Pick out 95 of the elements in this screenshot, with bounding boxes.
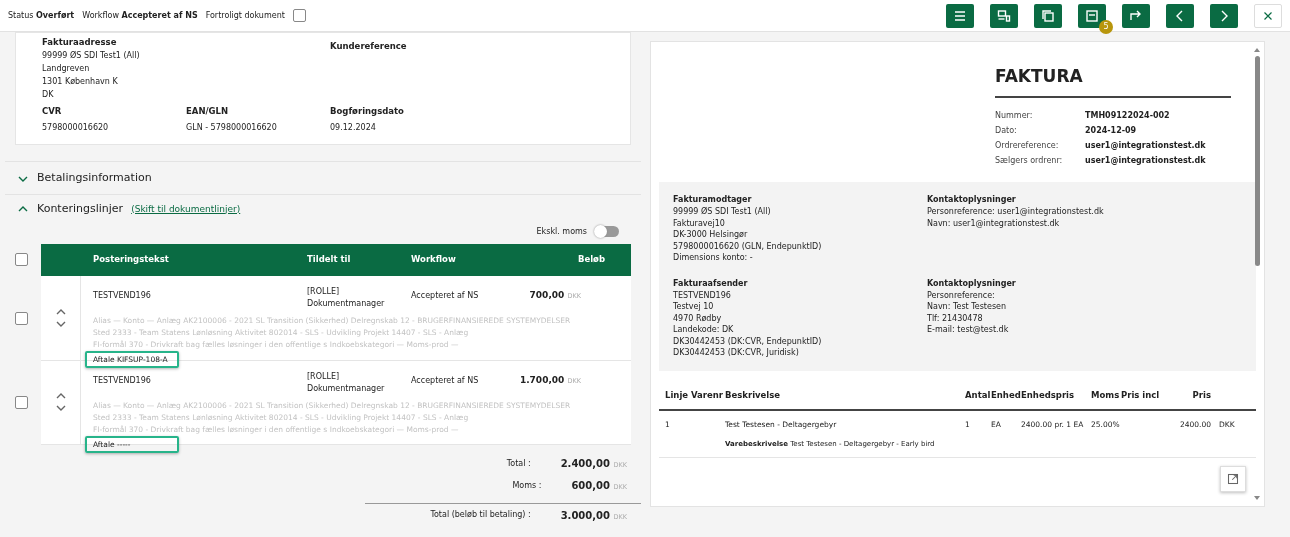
address-line: Landgreven [42, 62, 91, 75]
count-badge: 5 [1099, 19, 1113, 34]
table-cell-text: Accepteret af NS [411, 374, 480, 387]
column-header: Tildelt til [307, 253, 352, 266]
meta-label: Nummer: [995, 109, 1034, 122]
party-line: 4970 Rødby [673, 312, 723, 324]
chevron-down-icon [54, 404, 67, 412]
copy-button[interactable] [1034, 3, 1062, 28]
party-line: 5798000016620 (GLN, EndepunktID) [673, 240, 823, 252]
meta-label: Ordrereference: [995, 139, 1060, 152]
field-label: CVR [42, 104, 63, 118]
party-line: TESTVEND196 [673, 289, 732, 301]
table-cell-text: Accepteret af NS [411, 289, 480, 302]
address-line: 99999 ØS SDI Test1 (All) [42, 49, 141, 62]
chevron-right-button[interactable] [1210, 3, 1238, 28]
party-title: Kontaktoplysninger [927, 194, 1017, 206]
column-header: Beskrivelse [725, 388, 782, 402]
chevron-left-button[interactable] [1166, 3, 1194, 28]
column-header: Beløb [576, 253, 605, 266]
table-cell-text: TESTVEND196 [93, 289, 152, 302]
row-checkbox[interactable] [15, 311, 28, 325]
address-line: 1301 København K [42, 75, 119, 88]
party-line: E-mail: test@test.dk [927, 324, 1010, 336]
party-line: Personreference: user1@integrationstest.dk [927, 206, 1105, 218]
party-title: Kontaktoplysninger [927, 277, 1017, 290]
party-line: DK-3000 Helsingør [673, 229, 749, 241]
party-title: Fakturaafsender [673, 277, 749, 290]
column-header: Posteringstekst [93, 253, 170, 266]
field-value: GLN - 5798000016620 [186, 121, 278, 134]
open-external-icon [1227, 471, 1239, 487]
column-header: Pris [1191, 388, 1211, 402]
status-text: Status Overført [8, 9, 75, 22]
address-line: DK [42, 88, 55, 101]
switch-link[interactable]: (Skift til dokumentlinjer) [131, 202, 241, 216]
meta-value: user1@integrationstest.dk [1085, 139, 1206, 152]
meta-label: Dato: [995, 124, 1018, 137]
meta-value: TMH09122024-002 [1085, 109, 1170, 122]
scroll-up-icon [1253, 46, 1261, 53]
row-checkbox[interactable] [15, 396, 28, 409]
column-header: Moms [1091, 388, 1121, 402]
select-all-checkbox[interactable] [15, 253, 28, 266]
column-header: Antal [965, 388, 991, 402]
party-line: Personreference: [927, 289, 996, 301]
total-label: Moms : [512, 479, 542, 492]
document-button[interactable] [1078, 3, 1106, 28]
forward-button[interactable] [1122, 3, 1150, 28]
column-header: Workflow [411, 253, 457, 266]
document-icon [1084, 7, 1100, 24]
party-line: Fakturavej10 [673, 217, 726, 229]
column-header: Pris incl [1121, 388, 1161, 402]
total-label: Total : [506, 457, 531, 470]
chevron-up-icon [54, 392, 67, 400]
section-title[interactable]: Betalingsinformation [37, 169, 152, 186]
scroll-down-icon [1253, 495, 1261, 502]
document-title: FAKTURA [995, 64, 1231, 98]
chevron-up-icon [54, 307, 67, 316]
confidential-checkbox[interactable] [292, 9, 306, 22]
assignee-cell-text: [ROLLE] Dokumentmanager [307, 285, 386, 310]
party-line: Navn: Test Testesen [927, 301, 1008, 313]
party-line: Navn: user1@integrationstest.dk [927, 217, 1061, 229]
field-label: Fakturaadresse [42, 36, 118, 49]
party-line: Landekode: DK [673, 324, 735, 336]
column-header: Enhedspris [1021, 388, 1076, 402]
vat-switch[interactable] [595, 226, 619, 237]
party-title: Fakturamodtager [673, 194, 753, 206]
party-line: Dimensions konto: - [673, 252, 754, 264]
party-line: Tlf: 21430478 [927, 312, 984, 324]
copy-icon [1040, 7, 1056, 24]
field-label: EAN/GLN [186, 104, 230, 118]
party-line: 99999 ØS SDI Test1 (All) [673, 206, 772, 218]
layout-button[interactable] [990, 3, 1018, 28]
column-header: Enhed [991, 388, 1021, 402]
toggle-label: Ekskl. moms [536, 225, 587, 238]
party-line: Testvej 10 [673, 301, 715, 313]
meta-label: Sælgers ordrenr: [995, 154, 1064, 167]
party-line: DK30442453 (DK:CVR, EndepunktID) [673, 335, 823, 347]
field-label: Kundereference [330, 40, 407, 53]
chevron-down-icon [54, 319, 67, 328]
total-label: Total (beløb til betaling) : [430, 509, 531, 521]
table-cell-text: TESTVEND196 [93, 374, 152, 387]
field-value: 5798000016620 [42, 121, 110, 134]
column-header: Linje [665, 388, 690, 402]
meta-value: 2024-12-09 [1085, 124, 1137, 137]
confidential-label: Fortroligt dokument [205, 9, 285, 22]
section-title[interactable]: Konteringslinjer [37, 201, 124, 218]
meta-value: user1@integrationstest.dk [1085, 154, 1206, 167]
menu-button[interactable] [946, 3, 974, 28]
field-value: 09.12.2024 [330, 121, 377, 134]
column-header: Varenr [691, 388, 725, 402]
field-label: Bogføringsdato [330, 104, 404, 118]
party-line: DK30442453 (DK:CVR, Juridisk) [673, 347, 800, 359]
open-external-button[interactable] [1220, 466, 1246, 492]
assignee-cell-text: [ROLLE] Dokumentmanager [307, 370, 386, 395]
layout-icon [996, 7, 1012, 24]
workflow-text: Workflow Accepteret af NS [82, 9, 198, 22]
